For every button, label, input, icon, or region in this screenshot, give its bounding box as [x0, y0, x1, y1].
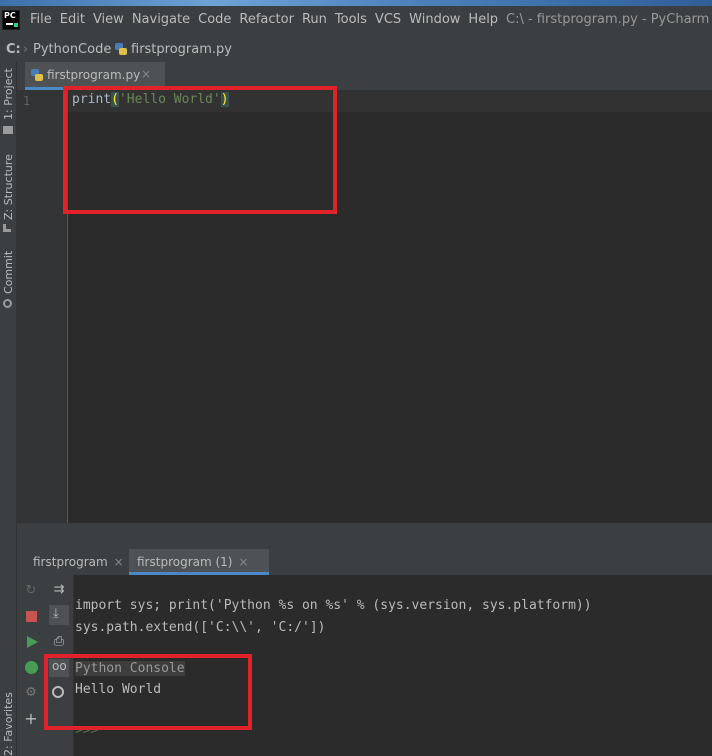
- line-gutter: 1: [17, 90, 68, 523]
- run-tab-label: firstprogram: [33, 555, 108, 569]
- project-tool-button[interactable]: 1: Project: [2, 68, 15, 120]
- line-number: 1: [23, 94, 31, 108]
- console-toolbar: ↻ ⚙ +: [17, 575, 45, 756]
- breadcrumb-separator-icon: ›: [104, 42, 110, 57]
- menu-tools[interactable]: Tools: [335, 12, 367, 27]
- menu-refactor[interactable]: Refactor: [239, 12, 294, 27]
- breadcrumb-drive[interactable]: C:: [6, 42, 21, 57]
- breadcrumb-file[interactable]: firstprogram.py: [131, 42, 232, 57]
- menu-file[interactable]: File: [30, 12, 52, 27]
- menu-view[interactable]: View: [93, 12, 124, 27]
- print-icon[interactable]: ⎙: [51, 634, 67, 650]
- menu-help[interactable]: Help: [468, 12, 498, 27]
- highlight-box-code: [63, 86, 337, 214]
- menu-navigate[interactable]: Navigate: [132, 12, 190, 27]
- window-title: C:\ - firstprogram.py - PyCharm: [506, 12, 710, 27]
- scroll-to-end-icon[interactable]: ⤓: [49, 605, 69, 625]
- add-icon[interactable]: +: [23, 711, 39, 727]
- run-icon[interactable]: [27, 636, 38, 648]
- main-menu: File Edit View Navigate Code Refactor Ru…: [30, 12, 506, 27]
- tab-label: firstprogram.py: [47, 68, 141, 82]
- console-line: import sys; print('Python %s on %s' % (s…: [75, 598, 592, 613]
- pycharm-logo-icon[interactable]: PC: [2, 10, 20, 30]
- stop-icon[interactable]: [26, 611, 37, 622]
- title-bar: PC File Edit View Navigate Code Refactor…: [0, 0, 712, 38]
- menu-code[interactable]: Code: [198, 12, 231, 27]
- run-tab-bar: firstprogram × firstprogram (1) ×: [17, 549, 712, 576]
- menu-vcs[interactable]: VCS: [375, 12, 401, 27]
- python-file-icon: [31, 69, 43, 81]
- close-tab-icon[interactable]: ×: [238, 555, 248, 569]
- highlight-box-output: [44, 654, 252, 730]
- soft-wrap-icon[interactable]: ⇉: [51, 582, 67, 598]
- commit-tool-button[interactable]: Commit: [2, 251, 15, 294]
- tab-run-firstprogram-1[interactable]: firstprogram (1) ×: [129, 549, 269, 575]
- tab-run-firstprogram[interactable]: firstprogram ×: [27, 549, 127, 575]
- console-line: sys.path.extend(['C:\\', 'C:/']): [75, 620, 326, 635]
- menu-run[interactable]: Run: [302, 12, 327, 27]
- breadcrumb-folder[interactable]: PythonCode: [33, 42, 111, 57]
- breadcrumb: C: › PythonCode › firstprogram.py: [0, 38, 712, 63]
- close-tab-icon[interactable]: ×: [114, 555, 124, 569]
- left-tool-strip: 1: Project Z: Structure Commit 2: Favori…: [0, 62, 17, 756]
- breadcrumb-separator-icon: ›: [23, 42, 29, 57]
- python-file-icon: [115, 43, 127, 55]
- commit-icon: [3, 299, 12, 308]
- menu-edit[interactable]: Edit: [60, 12, 85, 27]
- rerun-icon[interactable]: ↻: [23, 583, 39, 599]
- structure-icon: [3, 224, 11, 232]
- debug-icon[interactable]: [25, 661, 38, 674]
- structure-tool-button[interactable]: Z: Structure: [2, 154, 15, 220]
- settings-icon[interactable]: ⚙: [23, 685, 39, 701]
- menu-window[interactable]: Window: [409, 12, 460, 27]
- folder-icon: [3, 126, 13, 134]
- desktop-strip: [0, 0, 712, 6]
- close-tab-icon[interactable]: ×: [141, 67, 151, 81]
- favorites-tool-button[interactable]: 2: Favorites: [2, 692, 15, 756]
- panel-divider: [17, 523, 712, 549]
- run-tab-label: firstprogram (1): [137, 555, 233, 569]
